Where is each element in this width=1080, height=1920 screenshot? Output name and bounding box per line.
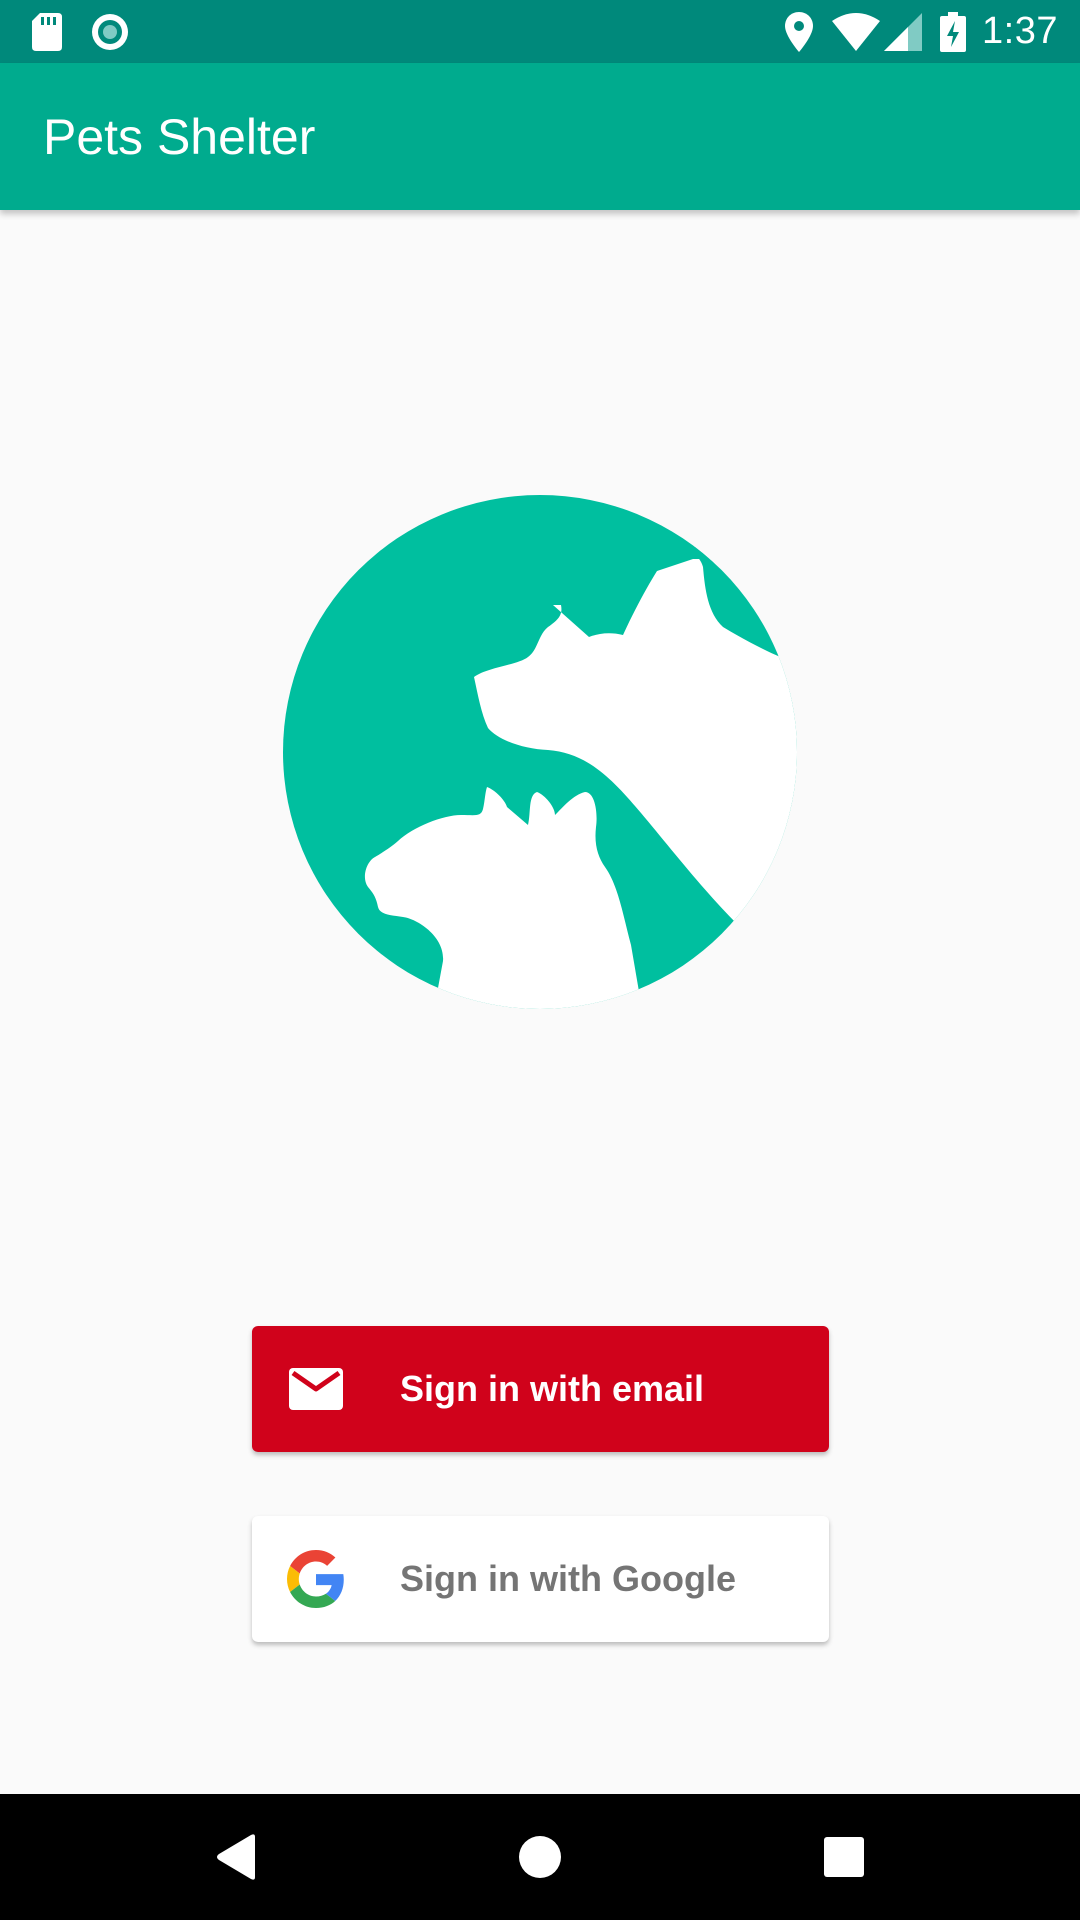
wifi-icon [832,0,880,63]
location-icon [784,0,814,63]
sign-in-email-button[interactable]: Sign in with email [252,1326,829,1452]
google-icon [286,1549,346,1609]
back-icon[interactable] [177,1794,297,1920]
status-bar: 1:37 [0,0,1080,63]
app-bar: Pets Shelter [0,63,1080,210]
pets-logo-icon [283,495,797,1009]
sync-icon [90,0,130,63]
sign-in-google-button[interactable]: Sign in with Google [252,1516,829,1642]
signal-icon [884,0,922,63]
sign-in-email-label: Sign in with email [400,1368,705,1409]
sd-card-icon [32,0,62,63]
mail-icon [286,1359,346,1419]
navigation-bar [0,1794,1080,1920]
sign-in-google-label: Sign in with Google [400,1558,736,1599]
home-icon[interactable] [480,1794,600,1920]
recents-icon[interactable] [784,1794,904,1920]
status-time: 1:37 [982,10,1058,52]
battery-charging-icon [940,0,966,63]
app-title: Pets Shelter [43,108,316,165]
